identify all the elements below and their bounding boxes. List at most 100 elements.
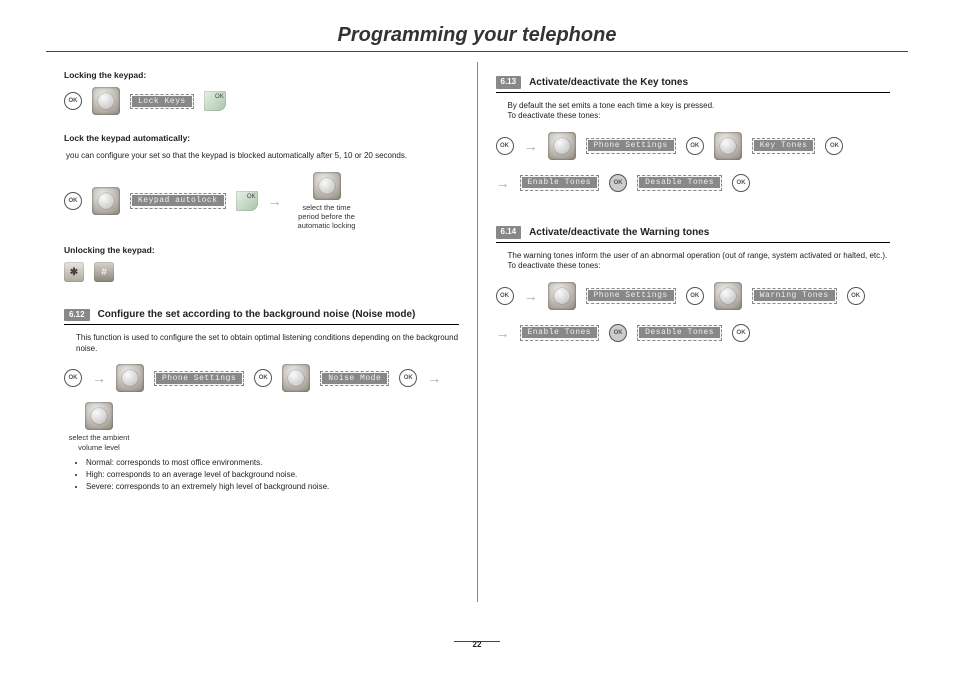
ok-icon: OK [64, 369, 82, 387]
text-line: The warning tones inform the user of an … [508, 251, 888, 260]
sec614-desc: The warning tones inform the user of an … [508, 251, 891, 273]
section-6-12: 6.12 Configure the set according to the … [64, 308, 459, 325]
ok-icon: OK [686, 137, 704, 155]
navigator-icon [92, 187, 120, 215]
section-number: 6.12 [64, 309, 90, 322]
softkey-icon: OK [204, 91, 226, 111]
ok-icon: OK [732, 324, 750, 342]
row-key-tones-1: OK → Phone Settings OK Key Tones OK [496, 132, 891, 160]
text-line: By default the set emits a tone each tim… [508, 101, 715, 110]
navigator-icon [714, 282, 742, 310]
section-number: 6.14 [496, 226, 522, 239]
section-title: Activate/deactivate the Key tones [529, 76, 688, 90]
autolock-note: you can configure your set so that the k… [66, 151, 459, 162]
row-lock-keys: OK Lock Keys OK [64, 87, 459, 115]
ok-icon: OK [825, 137, 843, 155]
heading-unlocking: Unlocking the keypad: [64, 245, 459, 256]
bullet-item: High: corresponds to an average level of… [86, 470, 459, 481]
lcd-text: Lock Keys [132, 96, 192, 107]
left-column: Locking the keypad: OK Lock Keys OK Lock… [46, 52, 477, 612]
lcd-phone-settings: Phone Settings [586, 138, 676, 154]
arrow-icon: → [496, 176, 510, 190]
lcd-phone-settings: Phone Settings [154, 371, 244, 387]
ok-icon: OK [609, 174, 627, 192]
lcd-text: Phone Settings [156, 373, 242, 384]
ok-icon: OK [609, 324, 627, 342]
ok-icon: OK [64, 192, 82, 210]
ok-icon: OK [399, 369, 417, 387]
lcd-text: Noise Mode [322, 373, 387, 384]
lcd-disable-tones: Desable Tones [637, 175, 722, 191]
autolock-select-step: select the time period before the automa… [292, 172, 362, 231]
navigator-icon [313, 172, 341, 200]
arrow-icon: → [268, 194, 282, 208]
ok-icon: OK [64, 92, 82, 110]
row-noise-mode: OK → Phone Settings OK Noise Mode OK → s… [64, 364, 459, 452]
ok-icon: OK [496, 137, 514, 155]
lcd-warning-tones: Warning Tones [752, 288, 837, 304]
row-key-tones-2: → Enable Tones OK Desable Tones OK [496, 174, 891, 192]
lcd-enable-tones: Enable Tones [520, 325, 600, 341]
hash-key-icon: # [94, 262, 114, 282]
navigator-icon [116, 364, 144, 392]
lcd-text: Warning Tones [754, 290, 835, 301]
ok-icon: OK [847, 287, 865, 305]
arrow-icon: → [427, 371, 441, 385]
navigator-icon [548, 282, 576, 310]
lcd-text: Desable Tones [639, 327, 720, 338]
bullet-item: Severe: corresponds to an extremely high… [86, 482, 459, 493]
noise-bullets: Normal: corresponds to most office envir… [74, 458, 459, 492]
row-warning-tones-1: OK → Phone Settings OK Warning Tones OK [496, 282, 891, 310]
lcd-key-tones: Key Tones [752, 138, 816, 154]
lcd-text: Enable Tones [522, 327, 598, 338]
navigator-icon [548, 132, 576, 160]
lcd-noise-mode: Noise Mode [320, 371, 389, 387]
row-autolock: OK Keypad autolock OK → select the time … [64, 172, 459, 231]
section-number: 6.13 [496, 76, 522, 89]
section-title: Activate/deactivate the Warning tones [529, 226, 709, 240]
lcd-text: Keypad autolock [132, 195, 224, 206]
section-6-14: 6.14 Activate/deactivate the Warning ton… [496, 226, 891, 243]
arrow-icon: → [524, 289, 538, 303]
text-line: To deactivate these tones: [508, 111, 601, 120]
heading-autolock: Lock the keypad automatically: [64, 133, 459, 144]
arrow-icon: → [496, 326, 510, 340]
page: Programming your telephone Locking the k… [0, 0, 954, 675]
ok-icon: OK [254, 369, 272, 387]
navigator-icon [714, 132, 742, 160]
text-line: To deactivate these tones: [508, 261, 601, 270]
star-key-icon: ✱ [64, 262, 84, 282]
ok-icon: OK [496, 287, 514, 305]
section-6-13: 6.13 Activate/deactivate the Key tones [496, 76, 891, 93]
lcd-phone-settings: Phone Settings [586, 288, 676, 304]
softkey-icon: OK [236, 191, 258, 211]
lcd-text: Enable Tones [522, 177, 598, 188]
arrow-icon: → [524, 139, 538, 153]
columns: Locking the keypad: OK Lock Keys OK Lock… [46, 52, 908, 612]
sec612-desc: This function is used to configure the s… [76, 333, 459, 355]
navigator-icon [85, 402, 113, 430]
bullet-item: Normal: corresponds to most office envir… [86, 458, 459, 469]
arrow-icon: → [92, 371, 106, 385]
page-number-area: 22 [0, 631, 954, 649]
row-unlock: ✱ # [64, 262, 459, 282]
section-title: Configure the set according to the backg… [98, 308, 416, 322]
right-column: 6.13 Activate/deactivate the Key tones B… [478, 52, 909, 612]
noise-select-step: select the ambient volume level [64, 402, 134, 452]
caption-noise: select the ambient volume level [64, 433, 134, 452]
lcd-text: Desable Tones [639, 177, 720, 188]
page-number: 22 [473, 640, 482, 649]
sec613-desc: By default the set emits a tone each tim… [508, 101, 891, 123]
heading-locking-keypad: Locking the keypad: [64, 70, 459, 81]
lcd-text: Key Tones [754, 140, 814, 151]
row-warning-tones-2: → Enable Tones OK Desable Tones OK [496, 324, 891, 342]
caption-autolock: select the time period before the automa… [292, 203, 362, 231]
lcd-autolock: Keypad autolock [130, 193, 226, 209]
navigator-icon [282, 364, 310, 392]
ok-icon: OK [686, 287, 704, 305]
lcd-disable-tones: Desable Tones [637, 325, 722, 341]
page-title: Programming your telephone [46, 24, 908, 47]
lcd-lock-keys: Lock Keys [130, 94, 194, 110]
lcd-text: Phone Settings [588, 290, 674, 301]
lcd-enable-tones: Enable Tones [520, 175, 600, 191]
